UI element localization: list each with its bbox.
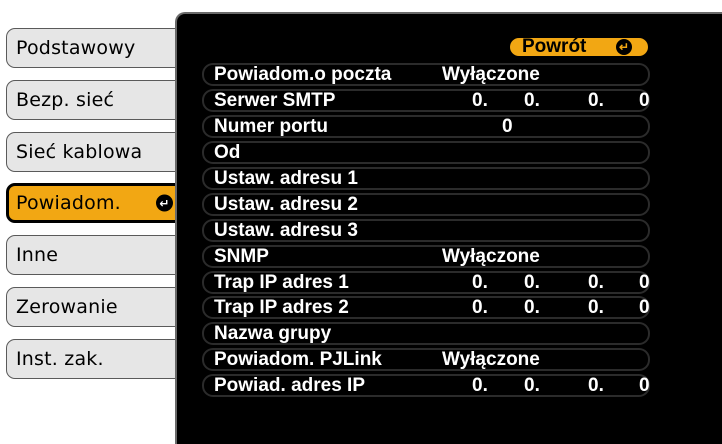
ip-octet: 0. [472, 375, 488, 396]
ip-octet: 0 [639, 297, 650, 318]
setting-label: Powiad. adres IP [214, 375, 365, 396]
setting-row-trap-ip-2[interactable]: Trap IP adres 2 0. 0. 0. 0 [202, 296, 650, 319]
setting-label: Numer portu [214, 116, 328, 137]
setting-row-group-name[interactable]: Nazwa grupy [202, 322, 650, 345]
setting-value: 0 [502, 116, 513, 137]
setting-label: Ustaw. adresu 1 [214, 168, 358, 189]
tab-siec-kablowa[interactable]: Sieć kablowa [6, 132, 186, 172]
setting-row-address-1[interactable]: Ustaw. adresu 1 [202, 167, 650, 190]
tab-inst-zak[interactable]: Inst. zak. [6, 339, 186, 379]
ip-address-field[interactable]: 0. 0. 0. 0 [472, 89, 650, 112]
setting-row-pjlink-notification[interactable]: Powiadom. PJLink Wyłączone [202, 348, 650, 371]
ip-address-field[interactable]: 0. 0. 0. 0 [472, 271, 650, 294]
setting-value: Wyłączone [442, 64, 540, 85]
ip-octet: 0. [588, 272, 604, 293]
ip-octet: 0 [639, 375, 650, 396]
setting-row-snmp[interactable]: SNMP Wyłączone [202, 245, 650, 268]
setting-label: SNMP [214, 246, 269, 267]
ip-octet: 0. [472, 90, 488, 111]
tab-label: Zerowanie [16, 296, 118, 318]
tab-bezp-siec[interactable]: Bezp. sieć [6, 80, 186, 120]
setting-value: Wyłączone [442, 246, 540, 267]
ip-octet: 0 [639, 90, 650, 111]
setting-label: Od [214, 142, 241, 163]
setting-label: Ustaw. adresu 3 [214, 220, 358, 241]
ip-octet: 0. [588, 297, 604, 318]
tab-inne[interactable]: Inne [6, 235, 186, 275]
setting-row-mail-notification[interactable]: Powiadom.o poczta Wyłączone [202, 63, 650, 86]
tab-label: Powiadom. [16, 192, 121, 214]
enter-return-icon: ↵ [616, 39, 632, 55]
tab-label: Sieć kablowa [16, 141, 143, 163]
back-button[interactable]: Powrót ↵ [508, 36, 650, 58]
tab-label: Podstawowy [16, 37, 136, 59]
ip-address-field[interactable]: 0. 0. 0. 0 [472, 374, 650, 397]
setting-value: Wyłączone [442, 349, 540, 370]
setting-label: Ustaw. adresu 2 [214, 194, 358, 215]
setting-label: Nazwa grupy [214, 323, 332, 344]
tab-zerowanie[interactable]: Zerowanie [6, 287, 186, 327]
ip-octet: 0. [588, 90, 604, 111]
tab-label: Bezp. sieć [16, 89, 115, 111]
enter-return-icon: ↵ [156, 194, 173, 212]
setting-row-address-2[interactable]: Ustaw. adresu 2 [202, 193, 650, 216]
ip-octet: 0. [524, 90, 540, 111]
setting-row-trap-ip-1[interactable]: Trap IP adres 1 0. 0. 0. 0 [202, 271, 650, 294]
setting-label: Serwer SMTP [214, 90, 336, 111]
ip-octet: 0. [524, 297, 540, 318]
tab-podstawowy[interactable]: Podstawowy [6, 28, 186, 68]
ip-octet: 0 [639, 272, 650, 293]
ip-octet: 0. [524, 375, 540, 396]
ip-address-field[interactable]: 0. 0. 0. 0 [472, 296, 650, 319]
tab-label: Inst. zak. [16, 348, 104, 370]
ip-octet: 0. [588, 375, 604, 396]
tab-powiadom[interactable]: Powiadom. ↵ [6, 183, 186, 223]
menu-tabs: Podstawowy Bezp. sieć Sieć kablowa Powia… [0, 0, 190, 444]
back-button-label: Powrót [522, 36, 587, 57]
setting-label: Trap IP adres 1 [214, 272, 349, 293]
ip-octet: 0. [524, 272, 540, 293]
setting-label: Powiadom.o poczta [214, 64, 392, 85]
setting-row-from[interactable]: Od [202, 141, 650, 164]
setting-row-notification-ip[interactable]: Powiad. adres IP 0. 0. 0. 0 [202, 374, 650, 397]
ip-octet: 0. [472, 272, 488, 293]
setting-row-address-3[interactable]: Ustaw. adresu 3 [202, 219, 650, 242]
setting-row-smtp-server[interactable]: Serwer SMTP 0. 0. 0. 0 [202, 89, 650, 112]
setting-label: Trap IP adres 2 [214, 297, 349, 318]
tab-label: Inne [16, 244, 59, 266]
setting-row-port-number[interactable]: Numer portu 0 [202, 115, 650, 138]
setting-label: Powiadom. PJLink [214, 349, 382, 370]
ip-octet: 0. [472, 297, 488, 318]
